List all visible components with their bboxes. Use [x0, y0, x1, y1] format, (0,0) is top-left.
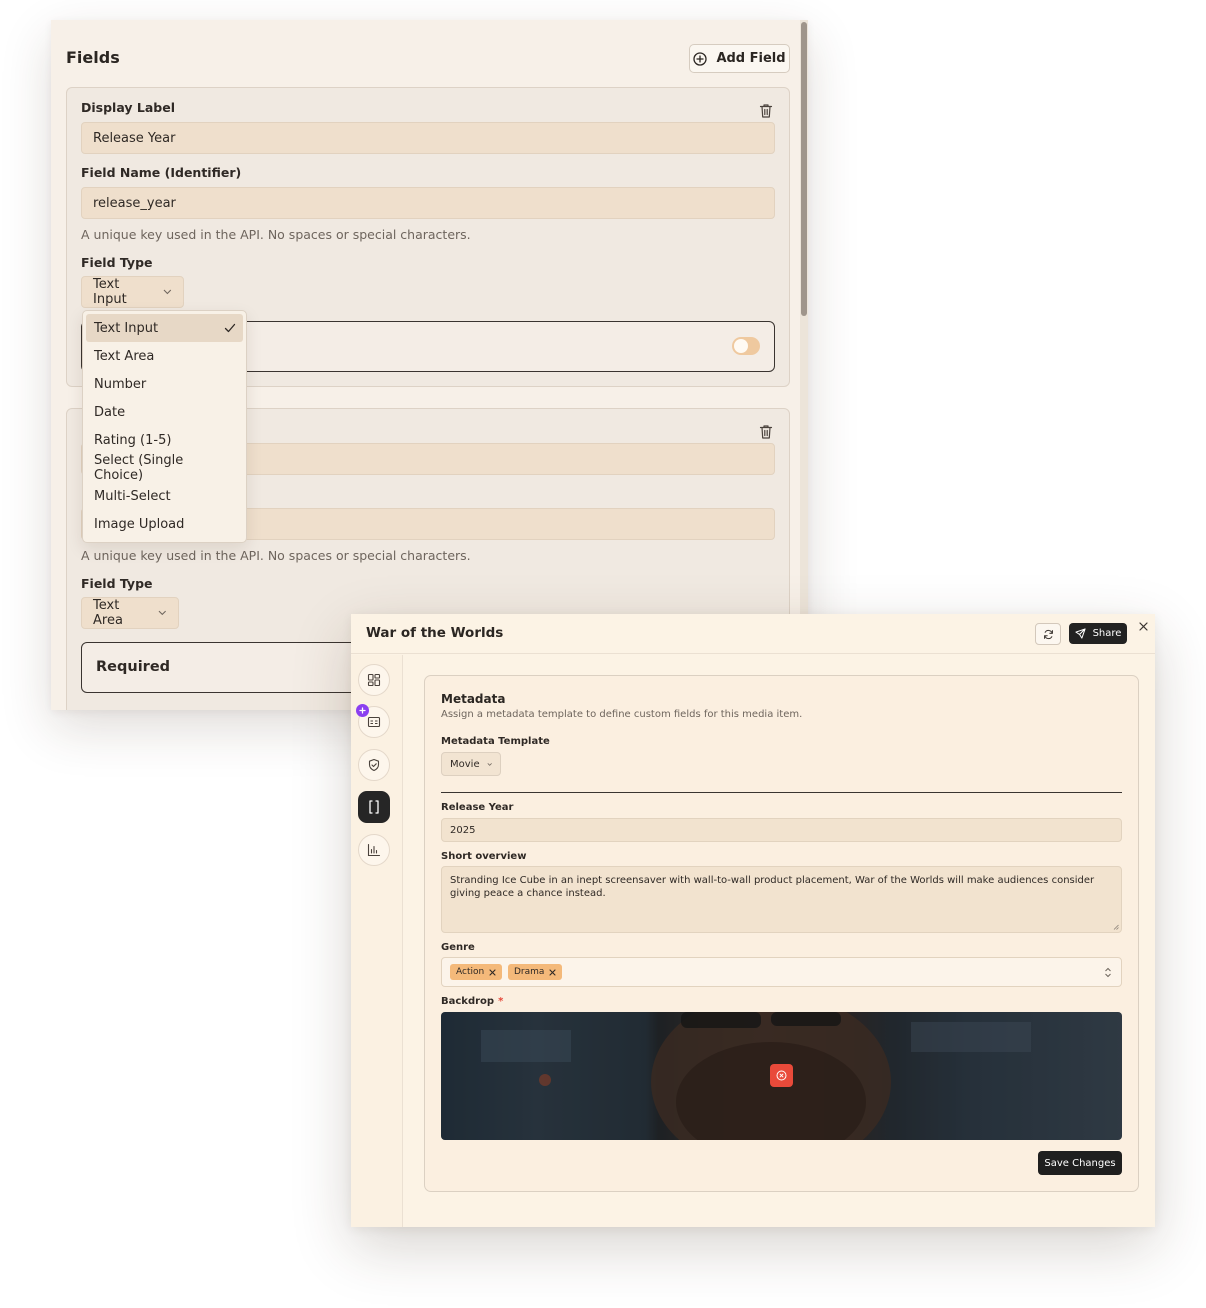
- trash-icon[interactable]: [759, 103, 773, 119]
- window-header: War of the Worlds Share: [351, 614, 1155, 654]
- dropdown-option-rating[interactable]: Rating (1-5): [86, 426, 243, 454]
- plus-badge-icon[interactable]: [356, 704, 369, 717]
- option-label: Rating (1-5): [94, 432, 172, 448]
- field-type-select[interactable]: Text Area: [81, 597, 179, 629]
- plus-circle-icon: [693, 51, 708, 66]
- refresh-icon: [1043, 629, 1053, 639]
- option-label: Text Area: [94, 348, 155, 364]
- send-icon: [1074, 628, 1086, 639]
- trash-icon[interactable]: [759, 424, 773, 440]
- sidebar-item-permissions[interactable]: [358, 749, 390, 781]
- metadata-title: Metadata: [441, 692, 506, 706]
- dropdown-option-text-input[interactable]: Text Input: [86, 314, 243, 342]
- save-changes-button[interactable]: Save Changes: [1038, 1151, 1122, 1175]
- remove-image-button[interactable]: [770, 1064, 793, 1087]
- resize-grip-icon[interactable]: [1113, 924, 1119, 930]
- add-field-button[interactable]: Add Field: [689, 44, 790, 73]
- toggle-knob: [734, 339, 748, 353]
- display-label-label: Display Label: [81, 100, 175, 115]
- option-label: Multi-Select: [94, 488, 171, 504]
- scrollbar-track[interactable]: [800, 20, 808, 710]
- divider: [441, 792, 1122, 793]
- chevron-down-icon: [163, 289, 172, 295]
- remove-chip-icon[interactable]: [489, 968, 496, 976]
- chevron-up-down-icon: [1105, 967, 1111, 978]
- option-label: Text Input: [94, 320, 159, 336]
- refresh-button[interactable]: [1035, 623, 1061, 645]
- dropdown-option-number[interactable]: Number: [86, 370, 243, 398]
- display-label-input[interactable]: Release Year: [81, 122, 775, 154]
- media-window: War of the Worlds Share Metadata Assign …: [351, 614, 1155, 1227]
- chip-label: Action: [456, 967, 485, 977]
- genre-chip-drama: Drama: [508, 964, 563, 980]
- genre-label: Genre: [441, 942, 475, 953]
- field-type-value: Text Input: [93, 277, 127, 307]
- check-icon: [224, 323, 236, 333]
- chevron-down-icon: [159, 610, 167, 616]
- option-label: Image Upload: [94, 516, 185, 532]
- grid-icon: [367, 673, 381, 687]
- share-button[interactable]: Share: [1069, 623, 1127, 644]
- field-name-input[interactable]: release_year: [81, 187, 775, 219]
- metadata-subtitle: Assign a metadata template to define cus…: [441, 709, 803, 720]
- id-card-icon: [367, 716, 381, 728]
- remove-chip-icon[interactable]: [549, 968, 556, 976]
- field-name-label: Field Name (Identifier): [81, 165, 242, 180]
- required-toggle[interactable]: [732, 337, 760, 355]
- fields-title: Fields: [66, 48, 120, 67]
- release-year-label: Release Year: [441, 802, 514, 813]
- field-name-help-text: A unique key used in the API. No spaces …: [81, 548, 471, 563]
- dropdown-option-image-upload[interactable]: Image Upload: [86, 510, 243, 538]
- field-type-value: Text Area: [93, 598, 123, 628]
- field-type-dropdown: Text Input Text Area Number Date Rating …: [82, 310, 247, 543]
- dropdown-option-multi-select[interactable]: Multi-Select: [86, 482, 243, 510]
- option-label: Date: [94, 404, 126, 420]
- shield-check-icon: [368, 758, 380, 772]
- metadata-card: Metadata Assign a metadata template to d…: [424, 675, 1139, 1192]
- overview-textarea[interactable]: Stranding Ice Cube in an inept screensav…: [441, 866, 1122, 933]
- backdrop-image: [441, 1012, 1122, 1140]
- dropdown-option-date[interactable]: Date: [86, 398, 243, 426]
- window-title: War of the Worlds: [366, 625, 504, 641]
- close-icon[interactable]: [1139, 622, 1148, 631]
- sidebar-item-metadata[interactable]: [358, 791, 390, 823]
- chip-label: Drama: [514, 967, 545, 977]
- share-label: Share: [1092, 628, 1122, 639]
- genre-multiselect[interactable]: Action Drama: [441, 957, 1122, 987]
- scrollbar-thumb[interactable]: [801, 22, 807, 316]
- template-label: Metadata Template: [441, 736, 550, 747]
- template-value: Movie: [450, 758, 480, 770]
- release-year-input[interactable]: 2025: [441, 818, 1122, 842]
- sidebar-item-analytics[interactable]: [358, 834, 390, 866]
- field-name-help-text: A unique key used in the API. No spaces …: [81, 227, 471, 242]
- template-select[interactable]: Movie: [441, 752, 501, 776]
- sidebar-item-overview[interactable]: [358, 664, 390, 696]
- genre-chip-action: Action: [450, 964, 503, 980]
- option-label: Number: [94, 376, 147, 392]
- overview-label: Short overview: [441, 851, 527, 862]
- dropdown-option-text-area[interactable]: Text Area: [86, 342, 243, 370]
- window-sidebar: [351, 655, 403, 1227]
- x-circle-icon: [776, 1070, 787, 1081]
- required-label: Required: [96, 659, 171, 675]
- chevron-down-icon: [487, 762, 492, 766]
- dropdown-option-select[interactable]: Select (Single Choice): [86, 453, 243, 483]
- overview-text: Stranding Ice Cube in an inept screensav…: [450, 875, 1095, 899]
- field-type-label: Field Type: [81, 576, 153, 591]
- brackets-icon: [369, 800, 379, 814]
- field-type-label: Field Type: [81, 255, 153, 270]
- bar-chart-icon: [367, 843, 381, 857]
- option-label: Select (Single Choice): [94, 453, 184, 483]
- add-field-label: Add Field: [716, 51, 786, 66]
- backdrop-label: Backdrop *: [441, 996, 504, 1007]
- field-type-select[interactable]: Text Input: [81, 276, 184, 308]
